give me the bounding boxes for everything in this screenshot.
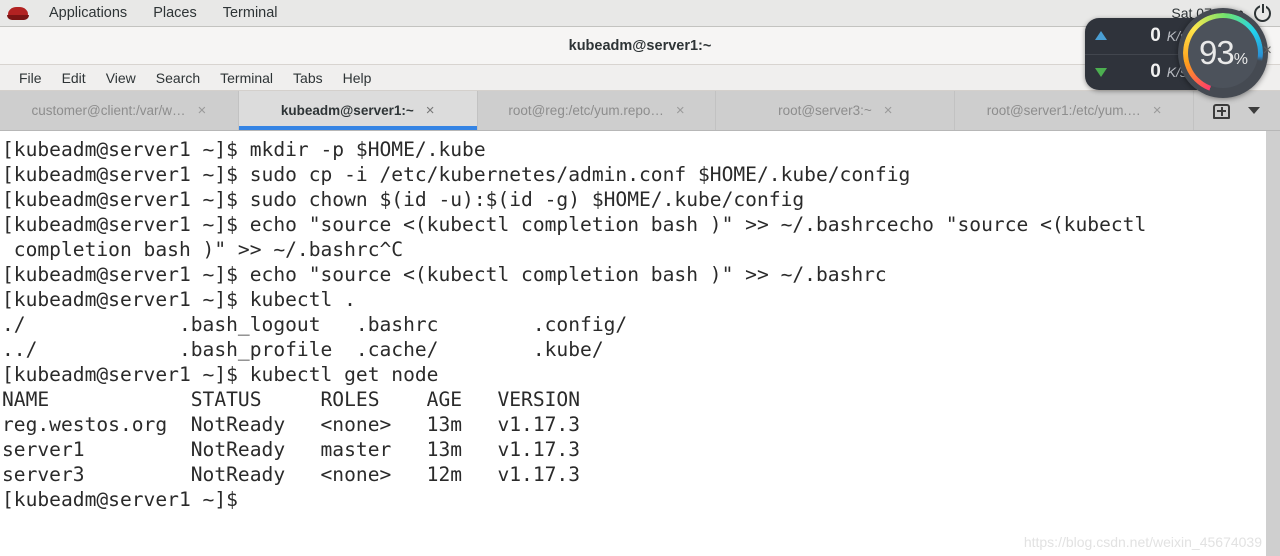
tab-label: root@server1:/etc/yum.…: [986, 103, 1141, 118]
menu-item-edit[interactable]: Edit: [52, 65, 96, 91]
menu-item-tabs[interactable]: Tabs: [283, 65, 333, 91]
terminal-output: [kubeadm@server1 ~]$ mkdir -p $HOME/.kub…: [2, 138, 1147, 511]
tab-root-reg-yum[interactable]: root@reg:/etc/yum.repo… ×: [478, 91, 717, 130]
gauge-value: 93%: [1199, 34, 1248, 72]
active-tab-indicator: [238, 126, 477, 130]
tab-close-icon[interactable]: ×: [1153, 103, 1162, 118]
window-title: kubeadm@server1:~: [568, 37, 712, 54]
menu-item-search[interactable]: Search: [146, 65, 210, 91]
tab-label: customer@client:/var/w…: [31, 103, 186, 118]
tab-label: root@server3:~: [778, 103, 872, 118]
topbar-system-menu[interactable]: [1254, 3, 1280, 22]
tab-kubeadm-server1[interactable]: kubeadm@server1:~ ×: [238, 91, 478, 130]
tab-customer-client[interactable]: customer@client:/var/w… ×: [0, 91, 239, 130]
tab-close-icon[interactable]: ×: [676, 103, 685, 118]
menu-item-terminal[interactable]: Terminal: [210, 65, 283, 91]
arrow-up-icon: [1095, 31, 1107, 41]
tab-root-server1-yum[interactable]: root@server1:/etc/yum.… ×: [955, 91, 1194, 130]
topbar-item-places[interactable]: Places: [140, 0, 210, 27]
network-download-value: 0: [1150, 61, 1161, 83]
tab-label: kubeadm@server1:~: [280, 103, 414, 118]
tab-close-icon[interactable]: ×: [426, 103, 435, 118]
tab-bar: customer@client:/var/w… × kubeadm@server…: [0, 91, 1280, 131]
system-usage-gauge[interactable]: 93% ×: [1178, 8, 1272, 98]
topbar-item-terminal[interactable]: Terminal: [210, 0, 291, 27]
gauge-close-icon[interactable]: ×: [1263, 42, 1272, 60]
watermark: https://blog.csdn.net/weixin_45674039: [1023, 534, 1262, 550]
menu-item-file[interactable]: File: [9, 65, 52, 91]
menu-item-help[interactable]: Help: [333, 65, 382, 91]
redhat-logo: [7, 3, 29, 23]
gauge-number: 93: [1199, 34, 1235, 71]
tab-root-server3[interactable]: root@server3:~ ×: [716, 91, 956, 130]
topbar-item-applications[interactable]: Applications: [36, 0, 140, 27]
tab-label: root@reg:/etc/yum.repo…: [508, 103, 664, 118]
chevron-down-icon[interactable]: [1248, 107, 1261, 114]
tab-close-icon[interactable]: ×: [884, 103, 893, 118]
new-tab-icon[interactable]: [1213, 102, 1231, 119]
terminal-view[interactable]: [kubeadm@server1 ~]$ mkdir -p $HOME/.kub…: [0, 131, 1280, 556]
tab-bar-controls: [1193, 91, 1280, 130]
menu-item-view[interactable]: View: [96, 65, 146, 91]
power-icon[interactable]: [1254, 3, 1271, 22]
terminal-window: kubeadm@server1:~ File Edit View Search …: [0, 27, 1280, 556]
arrow-down-icon: [1095, 67, 1107, 77]
network-upload-value: 0: [1150, 24, 1161, 46]
gauge-percent-sign: %: [1233, 51, 1248, 68]
terminal-scrollbar[interactable]: [1266, 131, 1280, 556]
tab-close-icon[interactable]: ×: [198, 103, 207, 118]
